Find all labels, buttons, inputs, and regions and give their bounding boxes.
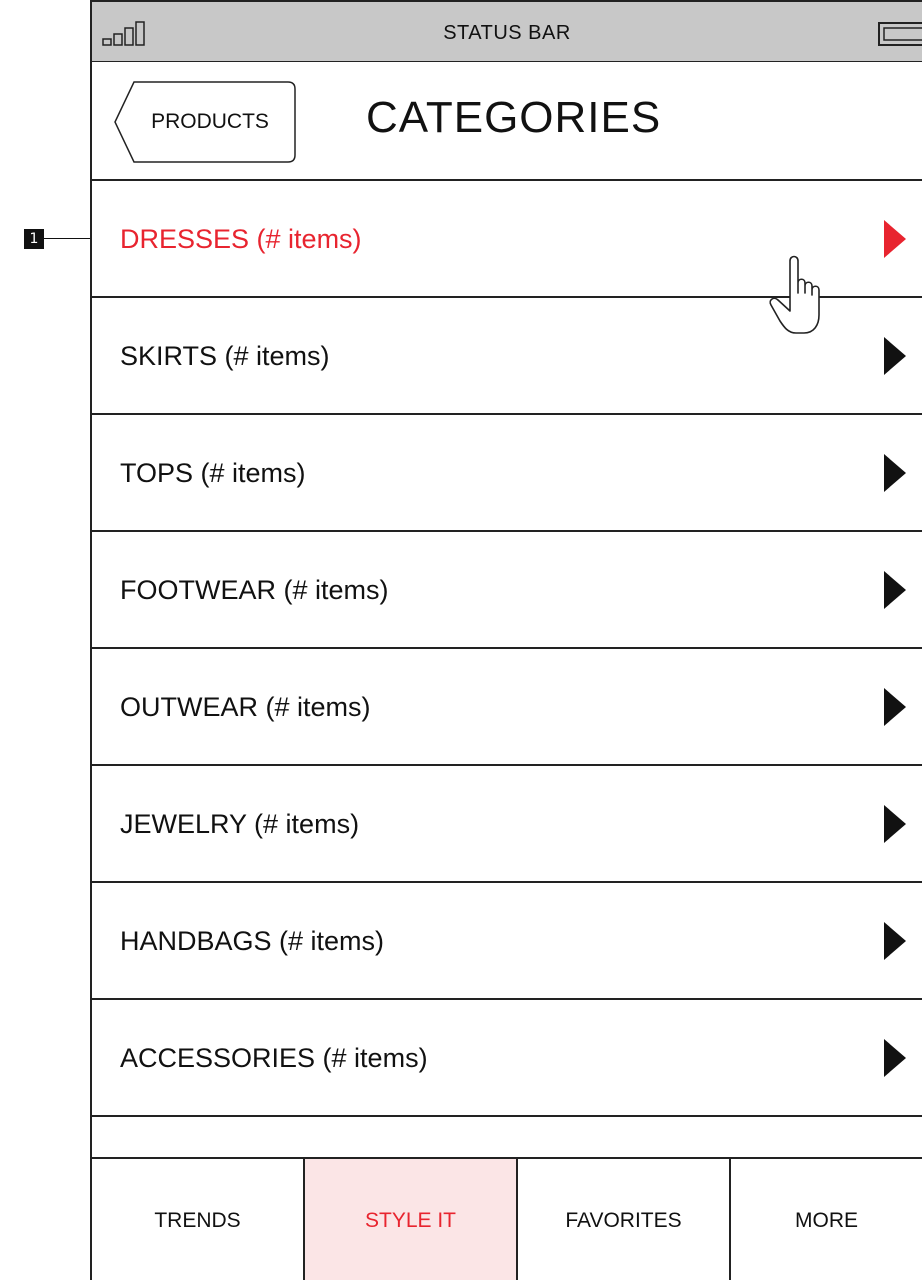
- chevron-right-icon: [884, 1039, 906, 1077]
- category-label: HANDBAGS (# items): [120, 926, 385, 956]
- category-row-footwear[interactable]: FOOTWEAR (# items): [92, 532, 922, 649]
- chevron-right-icon: [884, 454, 906, 492]
- tab-trends[interactable]: TRENDS: [92, 1159, 305, 1280]
- annotation-leader-line: [44, 238, 91, 239]
- annotation-marker: 1: [24, 229, 44, 249]
- tab-more[interactable]: MORE: [731, 1159, 922, 1280]
- back-button-label: PRODUCTS: [151, 110, 269, 133]
- category-label: JEWELRY (# items): [120, 809, 360, 839]
- tab-favorites[interactable]: FAVORITES: [518, 1159, 731, 1280]
- chevron-right-icon: [884, 571, 906, 609]
- back-button[interactable]: PRODUCTS: [114, 81, 296, 163]
- tab-bar: TRENDS STYLE IT FAVORITES MORE: [92, 1157, 922, 1280]
- status-bar: STATUS BAR: [92, 2, 922, 62]
- chevron-right-icon: [884, 688, 906, 726]
- category-label: ACCESSORIES (# items): [120, 1043, 428, 1073]
- chevron-right-icon: [884, 220, 906, 258]
- category-row-accessories[interactable]: ACCESSORIES (# items): [92, 1000, 922, 1117]
- chevron-right-icon: [884, 805, 906, 843]
- category-label: DRESSES (# items): [120, 224, 362, 254]
- category-label: TOPS (# items): [120, 458, 306, 488]
- category-label: OUTWEAR (# items): [120, 692, 371, 722]
- page-title: CATEGORIES: [366, 93, 662, 142]
- navigation-bar: PRODUCTS CATEGORIES: [92, 63, 922, 181]
- status-bar-label: STATUS BAR: [443, 22, 571, 44]
- category-label: SKIRTS (# items): [120, 341, 330, 371]
- phone-frame: STATUS BAR PRODUCTS CATEGORIES DRESSES (…: [90, 0, 922, 1280]
- category-row-dresses[interactable]: DRESSES (# items): [92, 181, 922, 334]
- category-row-outwear[interactable]: OUTWEAR (# items): [92, 649, 922, 766]
- category-row-handbags[interactable]: HANDBAGS (# items): [92, 883, 922, 1000]
- category-row-jewelry[interactable]: JEWELRY (# items): [92, 766, 922, 883]
- chevron-right-icon: [884, 337, 906, 375]
- category-row-skirts[interactable]: SKIRTS (# items): [92, 298, 922, 415]
- category-row-tops[interactable]: TOPS (# items): [92, 415, 922, 532]
- category-list: DRESSES (# items) SKIRTS (# items) TOPS …: [92, 181, 922, 1117]
- category-label: FOOTWEAR (# items): [120, 575, 389, 605]
- chevron-right-icon: [884, 922, 906, 960]
- tab-style-it[interactable]: STYLE IT: [305, 1159, 518, 1280]
- battery-icon: [878, 22, 922, 46]
